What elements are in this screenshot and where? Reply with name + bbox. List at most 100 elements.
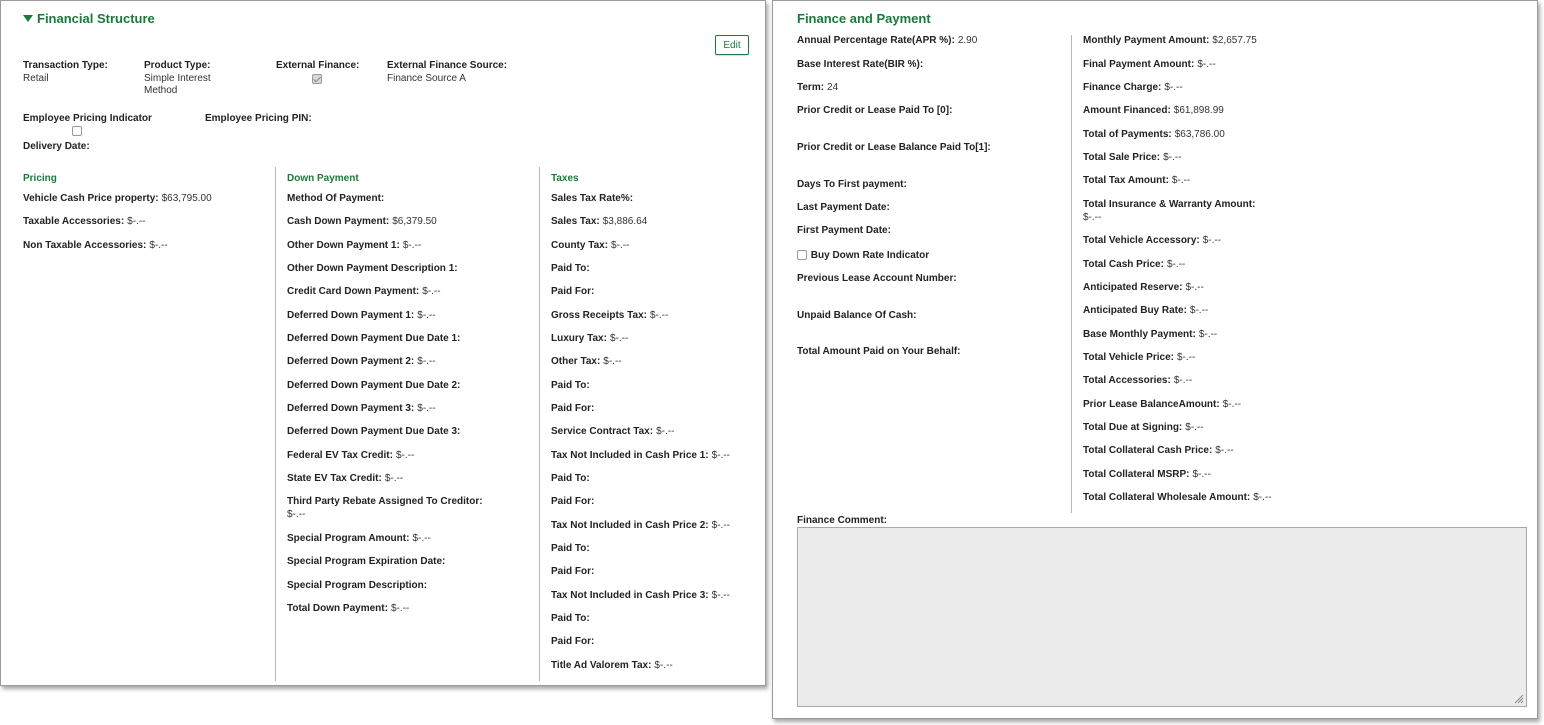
field-row: Total Insurance & Warranty Amount: $-.-- <box>1083 199 1255 223</box>
field-value: $6,379.50 <box>392 216 437 227</box>
field-row: Deferred Down Payment Due Date 3: <box>287 426 463 437</box>
external-finance-source-label: External Finance Source: <box>387 60 508 71</box>
field-label: Deferred Down Payment 1: <box>287 310 415 321</box>
field-row: Paid For: <box>551 403 597 414</box>
field-row: Total Collateral Cash Price: $-.-- <box>1083 445 1234 456</box>
employee-pricing-checkbox[interactable] <box>72 126 82 137</box>
field-label: Other Down Payment Description 1: <box>287 263 458 274</box>
field-label: Monthly Payment Amount: <box>1083 35 1210 46</box>
product-type-label: Product Type: <box>144 60 211 71</box>
down-payment-heading: Down Payment <box>287 173 359 184</box>
field-row: Special Program Description: <box>287 580 430 591</box>
field-row: Final Payment Amount: $-.-- <box>1083 59 1216 70</box>
field-label: Special Program Expiration Date: <box>287 556 446 567</box>
field-value: $-.-- <box>611 240 630 251</box>
field-label: Tax Not Included in Cash Price 3: <box>551 590 709 601</box>
field-label: Amount Financed: <box>1083 105 1171 116</box>
field-label: Paid To: <box>551 613 590 624</box>
field-row: Sales Tax Rate%: <box>551 193 636 204</box>
external-finance-label: External Finance: <box>276 60 360 71</box>
field-value: $-.-- <box>711 520 730 531</box>
field-label: Total Down Payment: <box>287 603 388 614</box>
field-row: Paid For: <box>551 636 597 647</box>
field-value: $-.-- <box>402 240 422 251</box>
field-row: Special Program Expiration Date: <box>287 556 448 567</box>
field-label: Other Tax: <box>551 356 601 367</box>
field-value: $-.-- <box>422 286 441 297</box>
field-label: Total Insurance & Warranty Amount: <box>1083 199 1256 210</box>
buy-down-rate-row: Buy Down Rate Indicator <box>797 250 929 261</box>
field-label: Total Collateral MSRP: <box>1083 469 1190 480</box>
field-label: Credit Card Down Payment: <box>287 286 420 297</box>
field-label: Total Collateral Wholesale Amount: <box>1083 492 1251 503</box>
edit-button[interactable]: Edit <box>715 35 749 55</box>
external-finance-checkbox[interactable] <box>312 74 322 85</box>
financial-structure-title: Financial Structure <box>37 11 155 26</box>
field-label: Gross Receipts Tax: <box>551 310 647 321</box>
field-value: $-.-- <box>711 590 730 601</box>
field-row: Total Sale Price: $-.-- <box>1083 152 1181 163</box>
field-label: Paid For: <box>551 566 595 577</box>
field-label: Total Accessories: <box>1083 375 1171 386</box>
employee-pricing-indicator-field: Employee Pricing Indicator <box>23 113 152 137</box>
field-value: $-.-- <box>1192 469 1211 480</box>
field-row: Tax Not Included in Cash Price 3: $-.-- <box>551 590 730 601</box>
field-value: $-.-- <box>609 333 629 344</box>
field-label: Paid To: <box>551 473 590 484</box>
field-value: $-.-- <box>1189 305 1209 316</box>
field-label: Deferred Down Payment 3: <box>287 403 415 414</box>
field-row: Third Party Rebate Assigned To Creditor:… <box>287 496 483 520</box>
finance-comment-textarea[interactable] <box>797 527 1527 707</box>
field-label: Vehicle Cash Price property: <box>23 193 159 204</box>
field-row: Prior Credit or Lease Paid To [0]: <box>797 105 955 116</box>
field-value: $-.-- <box>412 533 431 544</box>
field-row: Deferred Down Payment 1: $-.-- <box>287 310 436 321</box>
field-value: $-.-- <box>1176 352 1196 363</box>
field-label: Luxury Tax: <box>551 333 607 344</box>
buy-down-rate-label: Buy Down Rate Indicator <box>810 250 930 261</box>
field-row: Other Down Payment Description 1: <box>287 263 461 274</box>
financial-structure-header[interactable]: Financial Structure <box>23 11 155 26</box>
field-label: Special Program Amount: <box>287 533 410 544</box>
field-row: Paid To: <box>551 613 593 624</box>
field-value: $-.-- <box>287 509 306 520</box>
field-row: Cash Down Payment: $6,379.50 <box>287 216 437 227</box>
field-label: Deferred Down Payment Due Date 2: <box>287 380 461 391</box>
field-label: Paid For: <box>551 286 595 297</box>
field-row: Other Down Payment 1: $-.-- <box>287 240 421 251</box>
field-value: $-.-- <box>1083 212 1102 223</box>
field-label: Cash Down Payment: <box>287 216 390 227</box>
field-label: Anticipated Buy Rate: <box>1083 305 1187 316</box>
field-value: $-.-- <box>1164 82 1183 93</box>
finance-payment-title: Finance and Payment <box>797 11 931 26</box>
field-row: Deferred Down Payment Due Date 1: <box>287 333 463 344</box>
field-row: State EV Tax Credit: $-.-- <box>287 473 403 484</box>
field-row: Unpaid Balance Of Cash: <box>797 310 919 321</box>
field-value: $-.-- <box>1166 259 1186 270</box>
field-label: Total Amount Paid on Your Behalf: <box>797 346 961 357</box>
field-value: $63,795.00 <box>161 193 212 204</box>
field-value: $-.-- <box>1198 329 1218 340</box>
field-value: $-.-- <box>649 310 669 321</box>
field-value: $-.-- <box>417 356 436 367</box>
field-label: Deferred Down Payment Due Date 1: <box>287 333 461 344</box>
financial-structure-panel: Financial Structure Edit Transaction Typ… <box>0 0 766 686</box>
field-label: Total Sale Price: <box>1083 152 1161 163</box>
field-label: Third Party Rebate Assigned To Creditor: <box>287 496 483 507</box>
field-label: First Payment Date: <box>797 225 891 236</box>
field-row: Method Of Payment: <box>287 193 387 204</box>
resize-grip-icon[interactable] <box>1514 694 1524 704</box>
field-row: Base Monthly Payment: $-.-- <box>1083 329 1217 340</box>
field-row: Total Collateral MSRP: $-.-- <box>1083 469 1211 480</box>
buy-down-rate-checkbox[interactable] <box>797 250 807 261</box>
field-row: First Payment Date: <box>797 225 894 236</box>
field-value: $-.-- <box>654 660 673 671</box>
collapse-triangle-icon[interactable] <box>23 15 33 22</box>
transaction-type-label: Transaction Type: <box>23 60 108 71</box>
field-row: Monthly Payment Amount: $2,657.75 <box>1083 35 1257 46</box>
product-type-value-line1: Simple Interest <box>144 73 211 84</box>
field-value: $-.-- <box>1171 175 1191 186</box>
field-row: Amount Financed: $61,898.99 <box>1083 105 1224 116</box>
field-label: Base Interest Rate(BIR %): <box>797 59 924 70</box>
field-value: $-.-- <box>711 450 730 461</box>
